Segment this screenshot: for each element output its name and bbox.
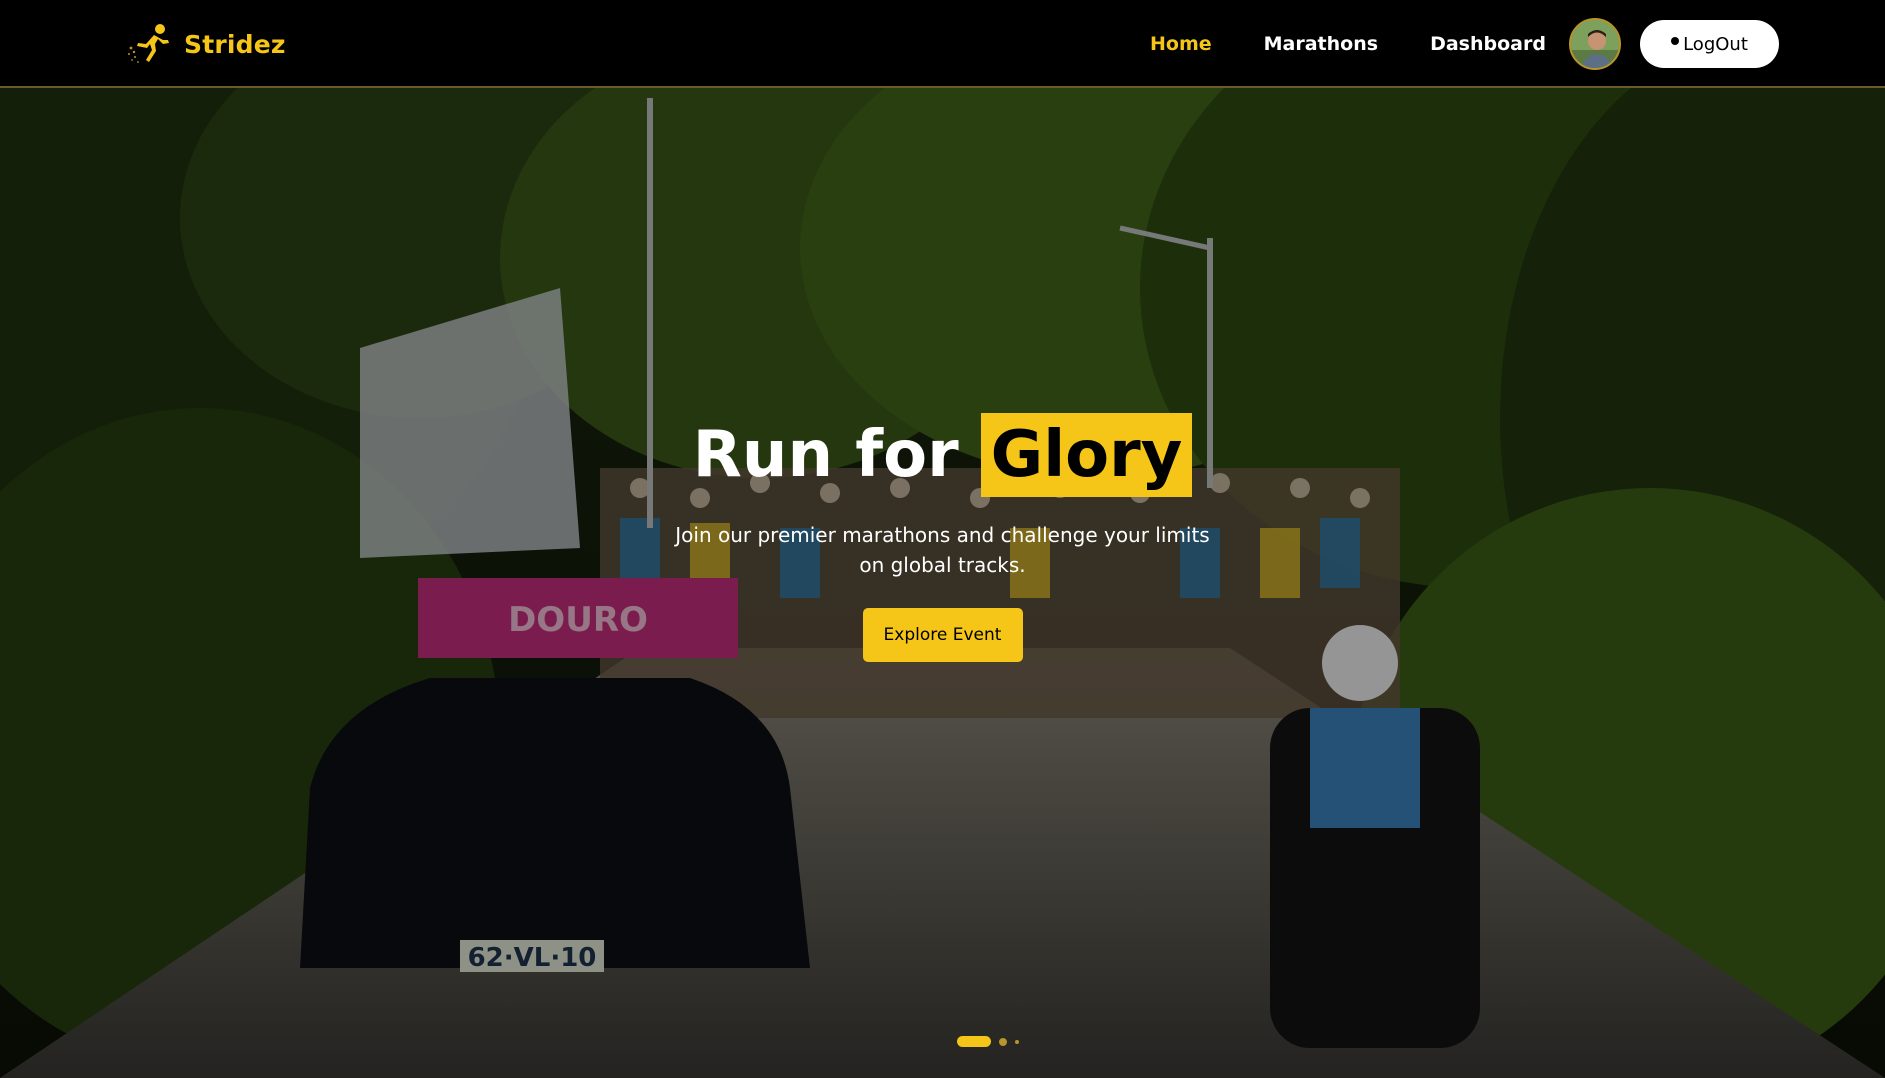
logout-label: LogOut bbox=[1683, 33, 1748, 55]
user-avatar[interactable] bbox=[1569, 18, 1621, 70]
hero-content: Run for Glory Join our premier marathons… bbox=[0, 410, 1885, 662]
carousel-indicators bbox=[957, 1036, 1019, 1047]
dot-icon bbox=[1671, 37, 1680, 45]
nav-home-link[interactable]: Home bbox=[1150, 33, 1212, 55]
logout-button[interactable]: LogOut bbox=[1640, 20, 1779, 68]
hero-title-prefix: Run for bbox=[692, 418, 959, 492]
carousel-dot-1[interactable] bbox=[957, 1036, 991, 1047]
brand-home-link[interactable]: Stridez bbox=[126, 22, 286, 66]
hero-title-highlight: Glory bbox=[980, 413, 1193, 497]
carousel-dot-3[interactable] bbox=[1015, 1039, 1019, 1044]
hero-banner: DOURO 62·VL·10 Run for Glory Join our pr… bbox=[0, 88, 1885, 1078]
main-nav: Home Marathons Dashboard bbox=[1150, 0, 1598, 88]
hero-subtitle: Join our premier marathons and challenge… bbox=[675, 523, 1210, 577]
nav-marathons-link[interactable]: Marathons bbox=[1264, 33, 1378, 55]
explore-event-button[interactable]: Explore Event bbox=[862, 608, 1023, 662]
avatar-image bbox=[1571, 20, 1619, 68]
brand-name: Stridez bbox=[184, 29, 286, 59]
hero-title: Run for Glory bbox=[693, 410, 1193, 500]
carousel-dot-2[interactable] bbox=[999, 1037, 1007, 1046]
runner-icon bbox=[128, 24, 169, 63]
navbar: Stridez Home Marathons Dashboard LogOut bbox=[0, 0, 1885, 88]
nav-dashboard-link[interactable]: Dashboard bbox=[1430, 33, 1546, 55]
